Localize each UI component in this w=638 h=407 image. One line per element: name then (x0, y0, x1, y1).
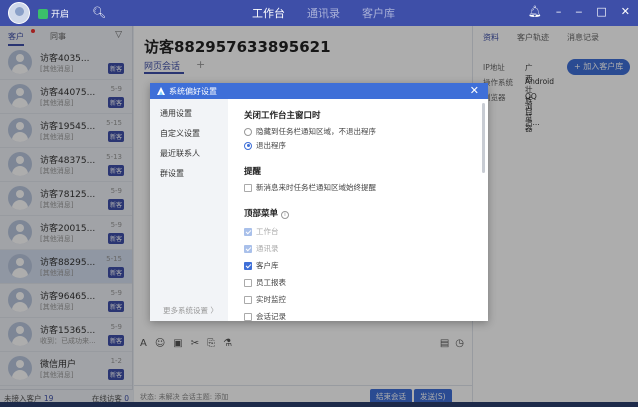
checkbox[interactable] (244, 278, 252, 287)
radio-button[interactable] (244, 127, 252, 136)
status-icon (38, 8, 48, 19)
checkbox (244, 227, 252, 236)
close-icon[interactable]: ✕ (621, 5, 630, 18)
os-taskbar (0, 402, 638, 407)
sidebar-item-group[interactable]: 群设置 (160, 168, 184, 179)
option-label: 退出程序 (256, 141, 286, 150)
close-icon[interactable]: ✕ (470, 84, 479, 97)
preferences-dialog: 系统偏好设置 ✕ 通用设置 自定义设置 最近联系人 群设置 更多系统设置 〉 关… (150, 83, 488, 321)
search-icon[interactable]: 🔍︎ (92, 6, 106, 19)
minimize-icon[interactable]: ‒ (575, 5, 582, 18)
section-top-menu: 顶部菜单 i (244, 207, 290, 219)
checkbox-menu-staff-report[interactable]: 员工报表 (244, 277, 286, 288)
checkbox[interactable] (244, 295, 252, 304)
window-controls: 🔔︎ – ‒ □ ✕ (528, 5, 630, 18)
section-reminder: 提醒 (244, 167, 262, 177)
option-label: 员工报表 (256, 278, 286, 287)
dialog-title: 系统偏好设置 (169, 87, 217, 96)
app-logo-icon (157, 87, 165, 95)
checkbox[interactable] (244, 312, 252, 321)
online-status[interactable]: 开启 (38, 7, 69, 20)
checkbox-menu-customer-db[interactable]: 客户库 (244, 260, 279, 271)
info-icon[interactable]: i (281, 211, 290, 219)
sidebar-item-general[interactable]: 通用设置 (160, 108, 192, 119)
scrollbar[interactable] (482, 103, 485, 173)
settings-content: 关闭工作台主窗口时 隐藏到任务栏通知区域，不退出程序 退出程序 提醒 新消息来时… (228, 99, 488, 321)
nav-workbench[interactable]: 工作台 (252, 5, 285, 21)
option-label: 会话记录 (256, 312, 286, 321)
radio-exit-program[interactable]: 退出程序 (244, 140, 286, 151)
checkbox[interactable] (244, 183, 252, 192)
checkbox-menu-realtime-monitor[interactable]: 实时监控 (244, 294, 286, 305)
dialog-header: 系统偏好设置 ✕ (150, 83, 488, 99)
main-nav: 工作台 通讯录 客户库 (252, 0, 395, 26)
menu-icon[interactable]: – (556, 5, 562, 18)
more-settings-link[interactable]: 更多系统设置 〉 (163, 305, 218, 316)
user-avatar[interactable] (8, 2, 30, 24)
option-label: 客户库 (256, 261, 279, 270)
checkbox-menu-contacts: 通讯录 (244, 243, 279, 254)
maximize-icon[interactable]: □ (596, 5, 606, 18)
option-label: 工作台 (256, 227, 279, 236)
settings-sidebar: 通用设置 自定义设置 最近联系人 群设置 更多系统设置 〉 (150, 99, 228, 321)
nav-contacts[interactable]: 通讯录 (307, 5, 340, 21)
checkbox-always-remind[interactable]: 新消息来时任务栏通知区域始终提醒 (244, 182, 376, 193)
checkbox[interactable] (244, 261, 252, 270)
section-close-main: 关闭工作台主窗口时 (244, 111, 321, 121)
bell-icon[interactable]: 🔔︎ (528, 5, 542, 18)
radio-hide-to-tray[interactable]: 隐藏到任务栏通知区域，不退出程序 (244, 126, 376, 137)
option-label: 实时监控 (256, 295, 286, 304)
option-label: 隐藏到任务栏通知区域，不退出程序 (256, 127, 376, 136)
sidebar-item-custom[interactable]: 自定义设置 (160, 128, 200, 139)
checkbox-menu-workbench: 工作台 (244, 226, 279, 237)
option-label: 通讯录 (256, 244, 279, 253)
checkbox (244, 244, 252, 253)
radio-button[interactable] (244, 141, 252, 150)
section-title: 顶部菜单 (244, 209, 279, 219)
nav-customer-db[interactable]: 客户库 (362, 5, 395, 21)
top-bar: 开启 🔍︎ 工作台 通讯录 客户库 🔔︎ – ‒ □ ✕ (0, 0, 638, 26)
checkbox-menu-session-records[interactable]: 会话记录 (244, 311, 286, 321)
status-label: 开启 (51, 10, 70, 20)
option-label: 新消息来时任务栏通知区域始终提醒 (256, 183, 376, 192)
sidebar-item-recent-contacts[interactable]: 最近联系人 (160, 148, 200, 159)
